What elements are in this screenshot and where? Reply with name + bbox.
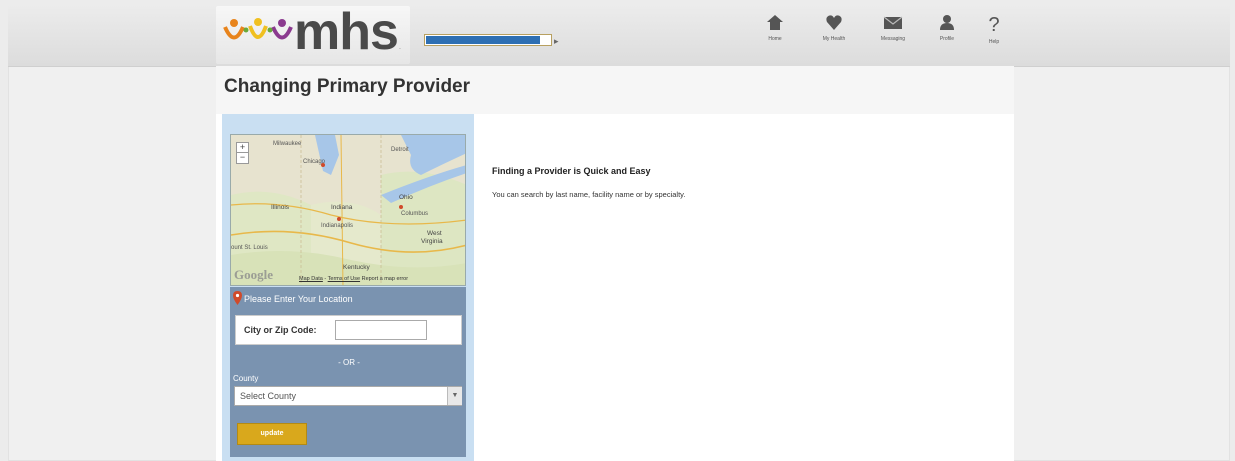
nav-label: Home	[768, 36, 782, 42]
terms-of-use-link[interactable]: Terms of Use	[328, 276, 360, 282]
map-footer: Map Data - Terms of Use Report a map err…	[299, 276, 409, 282]
mhs-logo-text: mhs	[294, 3, 399, 61]
map-place-label: Milwaukee	[273, 141, 302, 147]
home-icon	[767, 15, 783, 30]
question-icon: ?	[988, 14, 999, 34]
svg-text:?: ?	[988, 14, 999, 34]
nav-my-health[interactable]: My Health	[812, 14, 856, 42]
google-logo: Google	[234, 267, 273, 282]
location-panel-title: Please Enter Your Location	[244, 294, 353, 304]
map-place-label: Kentucky	[343, 264, 370, 271]
progress-fill	[426, 36, 540, 44]
heart-icon	[826, 15, 842, 30]
nav-label: Messaging	[880, 36, 906, 42]
map-place-label: Chicago	[303, 159, 326, 165]
nav-messaging[interactable]: Messaging	[871, 14, 915, 42]
report-map-error-link[interactable]: Report a map error	[362, 276, 408, 282]
nav-help[interactable]: ? Help	[972, 14, 1016, 45]
nav-profile[interactable]: Profile	[925, 14, 969, 42]
map-zoom-out-button[interactable]: −	[236, 152, 249, 164]
map-place-label: Indiana	[331, 204, 353, 211]
progress-end-marker: ▸	[554, 36, 559, 46]
main-description: You can search by last name, facility na…	[492, 190, 686, 199]
map-place-label: West	[427, 230, 442, 237]
top-header	[8, 4, 1230, 67]
map-place-label: Indianapolis	[321, 223, 353, 229]
page-title: Changing Primary Provider	[224, 76, 471, 97]
progress-bar	[424, 34, 552, 46]
map-image: Milwaukee Chicago Detroit Ohio Illinois …	[231, 135, 465, 285]
map-view[interactable]: Milwaukee Chicago Detroit Ohio Illinois …	[230, 134, 466, 286]
envelope-icon	[883, 16, 903, 29]
map-place-label: Detroit	[391, 147, 409, 153]
map-place-label: Virginia	[421, 238, 443, 245]
map-place-label: Ohio	[399, 194, 413, 201]
or-separator: - OR -	[338, 358, 360, 367]
county-label: County	[233, 374, 259, 383]
logo-trademark: .	[399, 44, 401, 51]
zip-label: City or Zip Code:	[244, 325, 317, 335]
nav-label: Profile	[939, 36, 955, 42]
map-data-link[interactable]: Map Data	[299, 276, 323, 282]
main-heading: Finding a Provider is Quick and Easy	[492, 166, 651, 176]
map-pin-icon	[233, 291, 242, 305]
nav-home[interactable]: Home	[753, 14, 797, 42]
map-place-label: Illinois	[271, 204, 290, 211]
map-place-label: Columbus	[401, 211, 428, 217]
nav-label: My Health	[822, 36, 846, 42]
person-icon	[940, 15, 954, 30]
update-button[interactable]: update	[237, 423, 307, 445]
city-zip-input[interactable]	[335, 320, 427, 340]
mhs-logo-figures	[223, 18, 293, 40]
county-select-value: Select County	[240, 391, 297, 401]
chevron-down-icon[interactable]: ▼	[447, 387, 462, 405]
nav-label: Help	[988, 39, 1000, 45]
map-place-label: ount St. Louis	[231, 245, 268, 251]
